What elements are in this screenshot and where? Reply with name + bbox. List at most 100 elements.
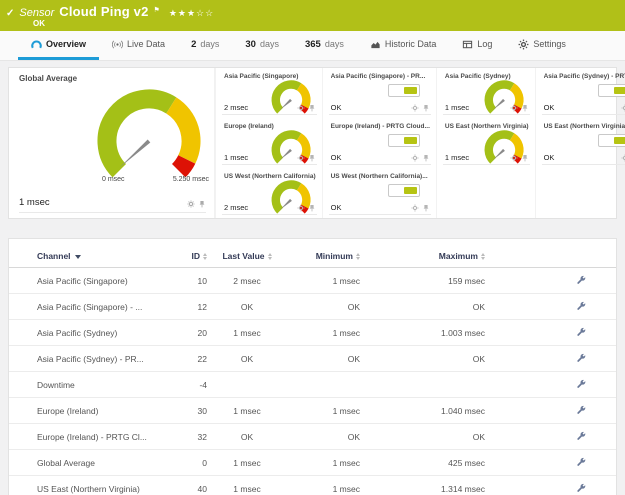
status-indicator bbox=[388, 84, 420, 97]
tab-2-days[interactable]: 2 days bbox=[178, 31, 232, 60]
panel-title: US West (Northern California)... bbox=[331, 173, 430, 180]
panel-pin-icon[interactable] bbox=[521, 104, 529, 112]
cell-channel: Global Average bbox=[9, 450, 171, 476]
broadcast-icon bbox=[112, 39, 123, 50]
gauge-max-label: 5.250 msec bbox=[173, 176, 209, 183]
channel-panel-us-east: US East (Northern Virginia) 1 msec bbox=[436, 118, 535, 168]
col-header-label: Channel bbox=[37, 251, 71, 261]
edit-channel-wrench-icon[interactable] bbox=[576, 483, 586, 493]
panel-gear-icon[interactable] bbox=[411, 104, 419, 112]
cell-last-value: 1 msec bbox=[213, 320, 281, 346]
panel-gear-icon[interactable] bbox=[187, 200, 195, 208]
cell-last-value: OK bbox=[213, 424, 281, 450]
panel-pin-icon[interactable] bbox=[198, 200, 206, 208]
priority-stars[interactable]: ★★★☆☆ bbox=[169, 8, 214, 19]
tab-overview[interactable]: Overview bbox=[18, 31, 99, 60]
edit-channel-wrench-icon[interactable] bbox=[576, 431, 586, 441]
tab-historic-data[interactable]: Historic Data bbox=[357, 31, 450, 60]
panel-value: OK bbox=[331, 103, 342, 112]
cell-channel: Downtime bbox=[9, 372, 171, 398]
tab-log[interactable]: Log bbox=[449, 31, 505, 60]
cell-id: 10 bbox=[171, 268, 213, 294]
panel-pin-icon[interactable] bbox=[422, 204, 430, 212]
cell-maximum: 1.314 msec bbox=[366, 476, 491, 495]
sensor-status-badge: OK bbox=[33, 19, 617, 28]
tab-label: days bbox=[200, 39, 219, 49]
cell-minimum bbox=[281, 372, 366, 398]
panel-value: OK bbox=[544, 153, 555, 162]
panel-gear-icon[interactable] bbox=[411, 204, 419, 212]
cell-last-value: OK bbox=[213, 294, 281, 320]
panel-gear-icon[interactable] bbox=[297, 204, 305, 212]
panel-pin-icon[interactable] bbox=[521, 154, 529, 162]
cell-id: -4 bbox=[171, 372, 213, 398]
sort-icon bbox=[268, 253, 272, 260]
panel-gear-icon[interactable] bbox=[297, 154, 305, 162]
cell-maximum: 1.040 msec bbox=[366, 398, 491, 424]
col-header-maximum[interactable]: Maximum bbox=[366, 239, 491, 268]
cell-minimum: OK bbox=[281, 294, 366, 320]
global-average-panel: Global Average 0 msec 5.250 msec 1 msec bbox=[9, 68, 215, 218]
panel-pin-icon[interactable] bbox=[308, 104, 316, 112]
cell-maximum: OK bbox=[366, 294, 491, 320]
panel-gear-icon[interactable] bbox=[621, 104, 625, 112]
panel-pin-icon[interactable] bbox=[308, 154, 316, 162]
tab-label: days bbox=[260, 39, 279, 49]
sort-icon bbox=[203, 253, 207, 260]
panel-gear-icon[interactable] bbox=[510, 154, 518, 162]
tab-365-days[interactable]: 365 days bbox=[292, 31, 357, 60]
panel-value: 1 msec bbox=[224, 153, 248, 162]
table-row: Asia Pacific (Singapore) - ... 12 OK OK … bbox=[9, 294, 616, 320]
panel-gear-icon[interactable] bbox=[621, 154, 625, 162]
edit-channel-wrench-icon[interactable] bbox=[576, 457, 586, 467]
sensor-kind-label: Sensor bbox=[19, 7, 54, 19]
cell-minimum: 1 msec bbox=[281, 398, 366, 424]
stars-filled: ★★★ bbox=[169, 8, 196, 18]
tab-label: Overview bbox=[46, 39, 86, 49]
cell-channel: Asia Pacific (Sydney) - PR... bbox=[9, 346, 171, 372]
sort-icon bbox=[356, 253, 360, 260]
panel-pin-icon[interactable] bbox=[422, 104, 430, 112]
edit-channel-wrench-icon[interactable] bbox=[576, 405, 586, 415]
panel-pin-icon[interactable] bbox=[308, 204, 316, 212]
tab-settings[interactable]: Settings bbox=[505, 31, 579, 60]
panel-title: Asia Pacific (Singapore) - PR... bbox=[331, 73, 430, 80]
edit-channel-wrench-icon[interactable] bbox=[576, 301, 586, 311]
cell-last-value: 1 msec bbox=[213, 476, 281, 495]
panel-gear-icon[interactable] bbox=[297, 104, 305, 112]
cell-minimum: 1 msec bbox=[281, 476, 366, 495]
cell-maximum: OK bbox=[366, 424, 491, 450]
col-header-id[interactable]: ID bbox=[171, 239, 213, 268]
panel-gear-icon[interactable] bbox=[510, 104, 518, 112]
log-table-icon bbox=[462, 39, 473, 50]
channel-panel-ireland: Europe (Ireland) 1 msec bbox=[215, 118, 322, 168]
panel-value: 1 msec bbox=[445, 103, 469, 112]
panel-gear-icon[interactable] bbox=[411, 154, 419, 162]
tab-live-data[interactable]: Live Data bbox=[99, 31, 178, 60]
table-row: Downtime -4 bbox=[9, 372, 616, 398]
cell-maximum bbox=[366, 372, 491, 398]
col-header-minimum[interactable]: Minimum bbox=[281, 239, 366, 268]
edit-channel-wrench-icon[interactable] bbox=[576, 379, 586, 389]
sort-icon bbox=[481, 253, 485, 260]
tab-number: 365 bbox=[305, 39, 321, 50]
col-header-last-value[interactable]: Last Value bbox=[213, 239, 281, 268]
cell-last-value: OK bbox=[213, 346, 281, 372]
cell-channel: Europe (Ireland) - PRTG Cl... bbox=[9, 424, 171, 450]
col-header-channel[interactable]: Channel bbox=[9, 239, 171, 268]
channel-panel-singapore: Asia Pacific (Singapore) 2 msec bbox=[215, 68, 322, 118]
flag-icon[interactable]: ⚑ bbox=[154, 6, 160, 14]
tab-label: Log bbox=[477, 39, 492, 49]
cell-last-value: 1 msec bbox=[213, 450, 281, 476]
edit-channel-wrench-icon[interactable] bbox=[576, 353, 586, 363]
cell-id: 30 bbox=[171, 398, 213, 424]
panel-value: OK bbox=[331, 203, 342, 212]
edit-channel-wrench-icon[interactable] bbox=[576, 275, 586, 285]
tab-30-days[interactable]: 30 days bbox=[232, 31, 292, 60]
panel-pin-icon[interactable] bbox=[422, 154, 430, 162]
edit-channel-wrench-icon[interactable] bbox=[576, 327, 586, 337]
col-header-label: Last Value bbox=[222, 251, 264, 261]
cell-channel: Asia Pacific (Singapore) - ... bbox=[9, 294, 171, 320]
panel-value: 1 msec bbox=[19, 197, 50, 208]
panel-title: US East (Northern Virginia) - ... bbox=[544, 123, 625, 130]
